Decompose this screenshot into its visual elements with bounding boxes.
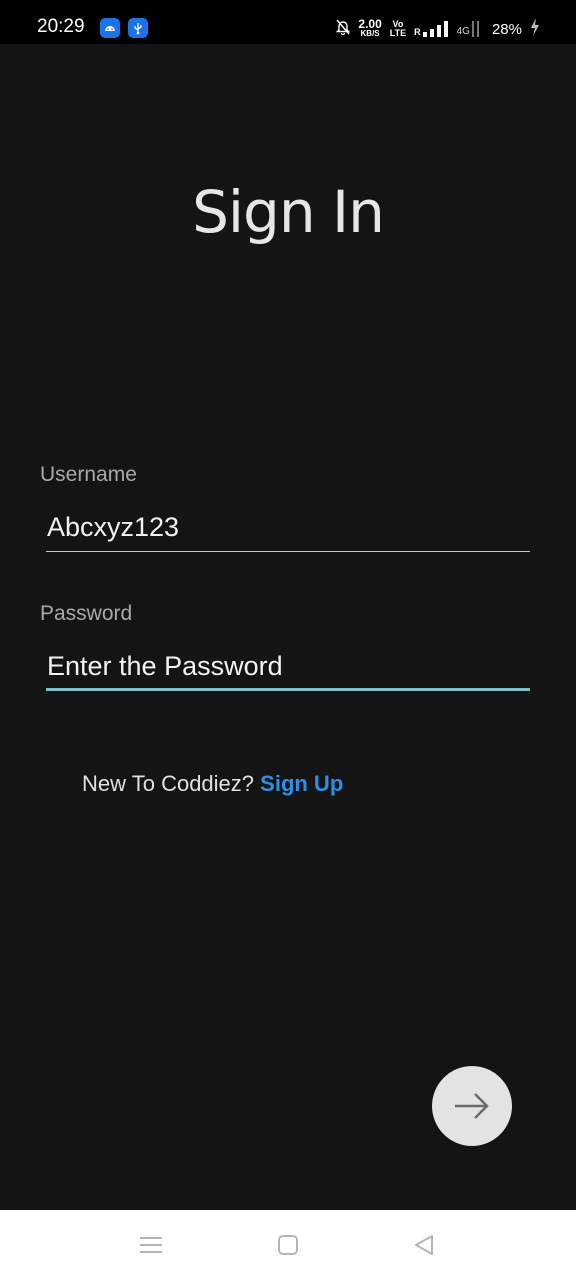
page-title: Sign In xyxy=(192,178,385,246)
android-icon xyxy=(100,18,120,38)
password-field[interactable]: Enter the Password xyxy=(46,641,530,691)
menu-icon[interactable] xyxy=(140,1234,162,1260)
signup-prompt: New To Coddiez? Sign Up xyxy=(82,771,343,797)
status-time: 20:29 xyxy=(37,16,85,37)
back-triangle-icon[interactable] xyxy=(413,1234,435,1260)
signal-icon: R xyxy=(414,21,449,37)
username-field[interactable]: Abcxyz123 xyxy=(46,502,530,552)
home-square-icon[interactable] xyxy=(277,1234,299,1260)
sign-up-link[interactable]: Sign Up xyxy=(260,771,343,796)
charging-icon xyxy=(530,17,540,41)
volte-indicator: Vo LTE xyxy=(390,20,406,38)
status-indicators: 2.00 KB/S Vo LTE R 4G 28% xyxy=(336,14,540,44)
network-speed: 2.00 KB/S xyxy=(358,17,382,39)
navigation-bar xyxy=(0,1210,576,1280)
battery-level: 28% xyxy=(491,20,522,38)
arrow-right-icon xyxy=(455,1093,489,1119)
network-speed-unit: KB/S xyxy=(360,29,380,38)
password-placeholder: Enter the Password xyxy=(47,651,283,681)
submit-button[interactable] xyxy=(432,1066,512,1146)
signup-prompt-text: New To Coddiez? xyxy=(82,771,255,796)
status-bar: 20:29 2.00 KB/S Vo LTE R 4G 28% xyxy=(0,0,576,44)
second-sim-signal-icon: 4G xyxy=(457,21,484,37)
username-value: Abcxyz123 xyxy=(47,512,180,542)
mute-bell-icon xyxy=(336,19,351,40)
roaming-indicator: R xyxy=(414,27,421,37)
usb-icon xyxy=(128,18,148,38)
volte-bottom: LTE xyxy=(389,28,407,38)
network-type: 4G xyxy=(456,26,470,37)
password-label: Password xyxy=(40,602,133,625)
network-speed-value: 2.00 xyxy=(358,17,382,31)
username-label: Username xyxy=(40,463,137,486)
